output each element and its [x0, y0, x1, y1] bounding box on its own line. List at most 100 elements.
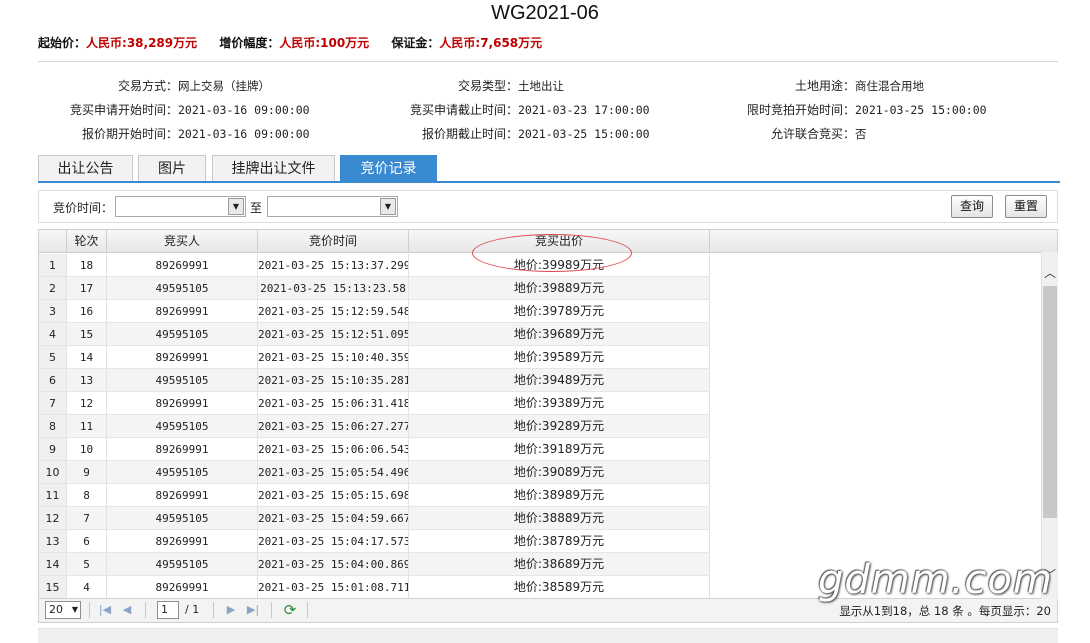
bid-time-label: 竞价时间：: [53, 201, 114, 215]
page-total: / 1: [185, 603, 200, 616]
bid-time-to-select[interactable]: ▼: [267, 196, 398, 217]
header-filler: [710, 230, 1057, 253]
reset-button[interactable]: 重置: [1005, 195, 1048, 218]
cell-bid-time: 2021-03-25 15:06:31.418: [258, 392, 409, 415]
query-button[interactable]: 查询: [951, 195, 994, 218]
chevron-down-icon[interactable]: ▼: [380, 198, 396, 215]
cell-bid-price: 地价:38989万元: [409, 484, 710, 507]
row-index: 13: [39, 530, 67, 553]
deposit-value: 人民币:7,658万元: [439, 36, 543, 50]
row-index: 2: [39, 277, 67, 300]
cell-bid-time: 2021-03-25 15:10:35.281: [258, 369, 409, 392]
cell-bid-time: 2021-03-25 15:04:00.869: [258, 553, 409, 576]
table-row[interactable]: 7 12 89269991 2021-03-25 15:06:31.418 地价:393…: [39, 392, 710, 415]
table-row[interactable]: 6 13 49595105 2021-03-25 15:10:35.281 地价:394…: [39, 369, 710, 392]
chevron-down-icon[interactable]: ▼: [72, 602, 78, 618]
scroll-down-icon[interactable]: ﹀: [1042, 566, 1058, 584]
quote-end-value: 2021-03-25 15:00:00: [518, 127, 650, 141]
separator: [271, 602, 272, 618]
first-page-icon[interactable]: |◀: [97, 602, 113, 618]
deposit-label: 保证金：: [391, 36, 440, 50]
row-index: 12: [39, 507, 67, 530]
tab-announcement[interactable]: 出让公告: [38, 155, 133, 181]
row-index: 4: [39, 323, 67, 346]
cell-bid-price: 地价:39089万元: [409, 461, 710, 484]
tab-images[interactable]: 图片: [138, 155, 206, 181]
cell-bid-price: 地价:39989万元: [409, 254, 710, 277]
table-row[interactable]: 15 4 89269991 2021-03-25 15:01:08.711 地价:385…: [39, 576, 710, 598]
cell-buyer: 49595105: [107, 507, 258, 530]
table-row[interactable]: 14 5 49595105 2021-03-25 15:04:00.869 地价:386…: [39, 553, 710, 576]
cell-bid-price: 地价:38789万元: [409, 530, 710, 553]
table-scrollbar[interactable]: ︿ ﹀: [1041, 252, 1058, 599]
cell-bid-time: 2021-03-25 15:04:17.573: [258, 530, 409, 553]
table-row[interactable]: 5 14 89269991 2021-03-25 15:10:40.359 地价:395…: [39, 346, 710, 369]
page-size-value: 20: [49, 603, 63, 616]
refresh-icon[interactable]: ⟳: [281, 601, 299, 619]
cell-bid-price: 地价:38889万元: [409, 507, 710, 530]
table-row[interactable]: 2 17 49595105 2021-03-25 15:13:23.58 地价:3988…: [39, 277, 710, 300]
header-buyer[interactable]: 竞买人: [107, 230, 258, 253]
table-row[interactable]: 9 10 89269991 2021-03-25 15:06:06.543 地价:391…: [39, 438, 710, 461]
cell-bid-price: 地价:39789万元: [409, 300, 710, 323]
table-row[interactable]: 11 8 89269991 2021-03-25 15:05:15.698 地价:389…: [39, 484, 710, 507]
table-row[interactable]: 8 11 49595105 2021-03-25 15:06:27.277 地价:392…: [39, 415, 710, 438]
cell-bid-time: 2021-03-25 15:13:23.58: [258, 277, 409, 300]
header-round[interactable]: 轮次: [67, 230, 107, 253]
table-row[interactable]: 12 7 49595105 2021-03-25 15:04:59.667 地价:388…: [39, 507, 710, 530]
separator: [307, 602, 308, 618]
prev-page-icon[interactable]: ◀: [119, 602, 135, 618]
tab-listing-documents[interactable]: 挂牌出让文件: [212, 155, 335, 181]
cell-round: 15: [67, 323, 107, 346]
trade-type-label: 交易类型：: [457, 79, 518, 93]
cell-buyer: 89269991: [107, 300, 258, 323]
bottom-strip: [38, 628, 1058, 643]
trade-type-value: 土地出让: [518, 79, 564, 93]
cell-bid-price: 地价:39489万元: [409, 369, 710, 392]
apply-start-label: 竞买申请开始时间：: [69, 103, 178, 117]
next-page-icon[interactable]: ▶: [223, 602, 239, 618]
info-column-3: 土地用途： 商住混合用地 限时竞拍开始时间： 2021-03-25 15:00:00…: [720, 74, 987, 146]
cell-round: 10: [67, 438, 107, 461]
last-page-icon[interactable]: ▶|: [245, 602, 261, 618]
quote-end-label: 报价期截止时间：: [421, 127, 518, 141]
header-bid-time[interactable]: 竞价时间: [258, 230, 409, 253]
joint-bid-label: 允许联合竞买：: [770, 127, 855, 141]
cell-round: 4: [67, 576, 107, 598]
row-index: 15: [39, 576, 67, 598]
start-price-label: 起始价：: [38, 36, 87, 50]
cell-buyer: 49595105: [107, 277, 258, 300]
cell-buyer: 49595105: [107, 323, 258, 346]
scroll-thumb[interactable]: [1043, 286, 1057, 518]
cell-buyer: 89269991: [107, 484, 258, 507]
table-row[interactable]: 3 16 89269991 2021-03-25 15:12:59.548 地价:397…: [39, 300, 710, 323]
table-row[interactable]: 10 9 49595105 2021-03-25 15:05:54.496 地价:390…: [39, 461, 710, 484]
cell-round: 13: [67, 369, 107, 392]
cell-round: 8: [67, 484, 107, 507]
cell-buyer: 89269991: [107, 392, 258, 415]
trade-mode-value: 网上交易（挂牌）: [178, 79, 270, 93]
table-row[interactable]: 13 6 89269991 2021-03-25 15:04:17.573 地价:387…: [39, 530, 710, 553]
separator: [89, 602, 90, 618]
chevron-down-icon[interactable]: ▼: [228, 198, 244, 215]
page-size-select[interactable]: 20 ▼: [45, 601, 81, 619]
trade-mode-label: 交易方式：: [117, 79, 178, 93]
header-bid-price[interactable]: 竞买出价: [409, 230, 710, 253]
price-summary: 起始价：人民币:38,289万元 增价幅度：人民币:100万元 保证金：人民币:…: [38, 34, 560, 52]
row-index: 5: [39, 346, 67, 369]
table-row[interactable]: 4 15 49595105 2021-03-25 15:12:51.095 地价:396…: [39, 323, 710, 346]
page-title: WG2021-06: [491, 2, 599, 24]
cell-round: 17: [67, 277, 107, 300]
scroll-up-icon[interactable]: ︿: [1042, 264, 1058, 282]
cell-bid-price: 地价:38589万元: [409, 576, 710, 598]
start-price-value: 人民币:38,289万元: [86, 36, 198, 50]
timed-auction-label: 限时竞拍开始时间：: [746, 103, 855, 117]
table-row[interactable]: 1 18 89269991 2021-03-25 15:13:37.299 地价:399…: [39, 254, 710, 277]
cell-buyer: 49595105: [107, 369, 258, 392]
bid-time-from-select[interactable]: ▼: [115, 196, 246, 217]
current-page-input[interactable]: 1: [157, 601, 179, 619]
pagination-summary: 显示从1到18，总 18 条 。每页显示：20: [839, 604, 1051, 618]
cell-round: 18: [67, 254, 107, 277]
tab-bid-records[interactable]: 竞价记录: [340, 155, 437, 181]
info-column-1: 交易方式： 网上交易（挂牌） 竞买申请开始时间： 2021-03-16 09:00:…: [38, 74, 310, 146]
